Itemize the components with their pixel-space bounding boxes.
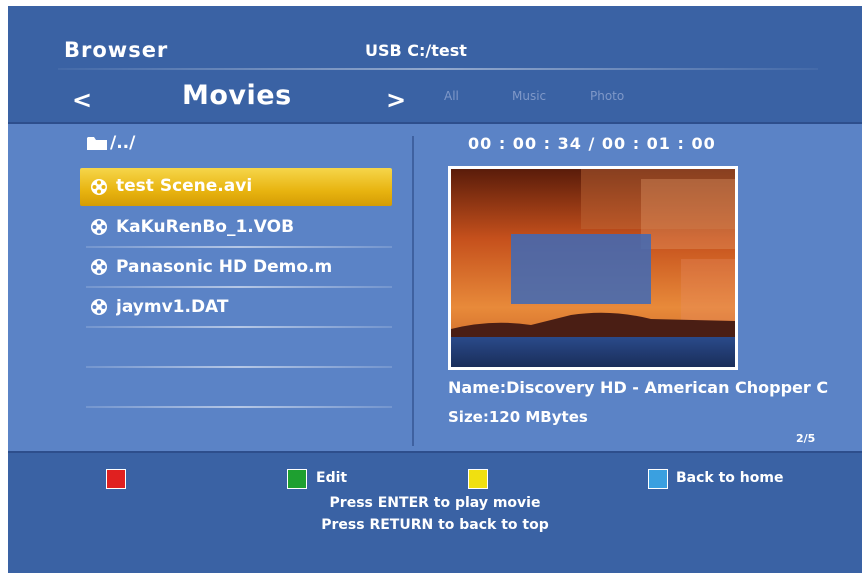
yellow-key-button[interactable] (468, 469, 488, 489)
file-size-info: Size:120 MBytes (448, 408, 588, 426)
blue-key-button[interactable] (648, 469, 668, 489)
filter-photo[interactable]: Photo (590, 89, 624, 103)
list-item-empty (80, 368, 392, 408)
next-category-arrow[interactable]: > (386, 86, 406, 114)
list-item-label: KaKuRenBo_1.VOB (116, 217, 295, 237)
red-key-button[interactable] (106, 469, 126, 489)
green-key-button[interactable] (287, 469, 307, 489)
sunset-thumbnail (451, 169, 735, 367)
filter-all[interactable]: All (444, 89, 459, 103)
hint-return: Press RETURN to back to top (321, 517, 549, 533)
file-name-info: Name:Discovery HD - American Chopper C (448, 378, 829, 397)
list-item-label: test Scene.avi (116, 176, 253, 196)
category-title: Movies (182, 80, 292, 111)
prev-category-arrow[interactable]: < (72, 86, 92, 114)
app-title: Browser (64, 38, 169, 62)
panel-divider (412, 136, 414, 446)
filter-music[interactable]: Music (512, 89, 546, 103)
hint-play: Press ENTER to play movie (329, 495, 541, 511)
list-item-parent-folder[interactable]: /../ (80, 124, 392, 164)
film-reel-icon (91, 259, 107, 275)
list-item[interactable]: Panasonic HD Demo.m (80, 248, 392, 288)
film-reel-icon (91, 299, 107, 315)
media-browser-screen: Browser USB C:/test < Movies > All Music… (8, 6, 862, 573)
page-indicator: 2/5 (796, 432, 816, 445)
playback-time: 00 : 00 : 34 / 00 : 01 : 00 (468, 134, 716, 153)
film-reel-icon (91, 179, 107, 195)
list-item-label: Panasonic HD Demo.m (116, 257, 333, 277)
edit-label: Edit (316, 470, 348, 486)
folder-icon (87, 137, 107, 150)
header-bar: Browser USB C:/test < Movies > All Music… (8, 6, 862, 121)
back-to-home-label: Back to home (676, 470, 784, 486)
browser-panel: /../ test Scene.avi KaKuRenBo_1.VOB Pana… (8, 122, 862, 453)
header-divider (58, 68, 818, 70)
source-path: USB C:/test (365, 41, 467, 60)
list-item[interactable]: KaKuRenBo_1.VOB (80, 208, 392, 248)
list-item-label: jaymv1.DAT (116, 297, 229, 317)
list-item[interactable]: jaymv1.DAT (80, 288, 392, 328)
list-item-empty (80, 328, 392, 368)
list-item-selected[interactable]: test Scene.avi (80, 168, 392, 206)
list-item-label: /../ (110, 133, 136, 153)
row-separator (86, 406, 392, 408)
video-preview (448, 166, 738, 370)
footer-bar: Edit Back to home Press ENTER to play mo… (8, 453, 862, 573)
film-reel-icon (91, 219, 107, 235)
